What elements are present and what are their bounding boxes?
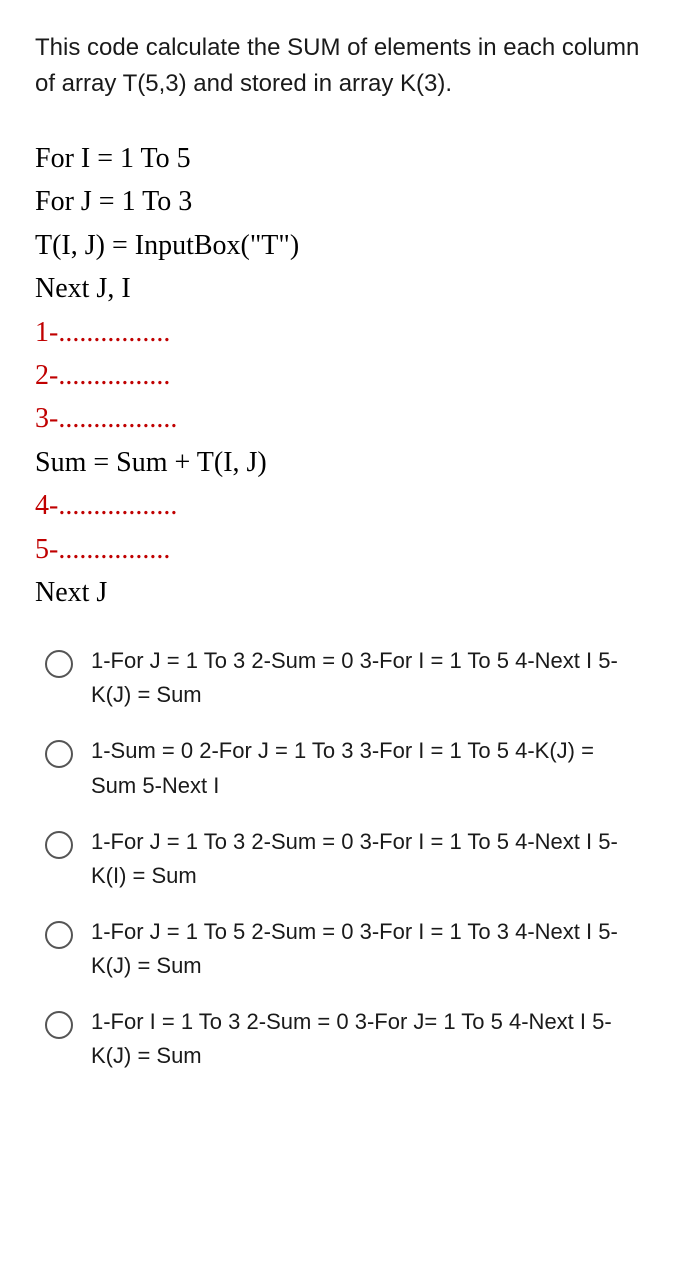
code-line-2: For J = 1 To 3	[35, 180, 640, 223]
options-list: 1-For J = 1 To 3 2-Sum = 0 3-For I = 1 T…	[45, 644, 640, 1073]
option-text-3: 1-For J = 1 To 3 2-Sum = 0 3-For I = 1 T…	[91, 825, 640, 893]
code-blank-1: 1-................	[35, 311, 640, 354]
option-1[interactable]: 1-For J = 1 To 3 2-Sum = 0 3-For I = 1 T…	[45, 644, 640, 712]
code-line-3: T(I, J) = InputBox("T")	[35, 224, 640, 267]
question-prompt: This code calculate the SUM of elements …	[35, 30, 640, 102]
option-text-4: 1-For J = 1 To 5 2-Sum = 0 3-For I = 1 T…	[91, 915, 640, 983]
option-2[interactable]: 1-Sum = 0 2-For J = 1 To 3 3-For I = 1 T…	[45, 734, 640, 802]
code-blank-5: 5-................	[35, 528, 640, 571]
option-text-1: 1-For J = 1 To 3 2-Sum = 0 3-For I = 1 T…	[91, 644, 640, 712]
code-blank-4: 4-.................	[35, 484, 640, 527]
code-blank-2: 2-................	[35, 354, 640, 397]
option-4[interactable]: 1-For J = 1 To 5 2-Sum = 0 3-For I = 1 T…	[45, 915, 640, 983]
option-5[interactable]: 1-For I = 1 To 3 2-Sum = 0 3-For J= 1 To…	[45, 1005, 640, 1073]
option-3[interactable]: 1-For J = 1 To 3 2-Sum = 0 3-For I = 1 T…	[45, 825, 640, 893]
radio-icon[interactable]	[45, 1011, 73, 1039]
option-text-5: 1-For I = 1 To 3 2-Sum = 0 3-For J= 1 To…	[91, 1005, 640, 1073]
code-line-last: Next J	[35, 571, 640, 614]
code-line-4: Next J, I	[35, 267, 640, 310]
code-block: For I = 1 To 5 For J = 1 To 3 T(I, J) = …	[35, 137, 640, 614]
code-line-1: For I = 1 To 5	[35, 137, 640, 180]
radio-icon[interactable]	[45, 831, 73, 859]
code-line-eq: Sum = Sum + T(I, J)	[35, 441, 640, 484]
code-blank-3: 3-.................	[35, 397, 640, 440]
radio-icon[interactable]	[45, 650, 73, 678]
option-text-2: 1-Sum = 0 2-For J = 1 To 3 3-For I = 1 T…	[91, 734, 640, 802]
radio-icon[interactable]	[45, 740, 73, 768]
radio-icon[interactable]	[45, 921, 73, 949]
